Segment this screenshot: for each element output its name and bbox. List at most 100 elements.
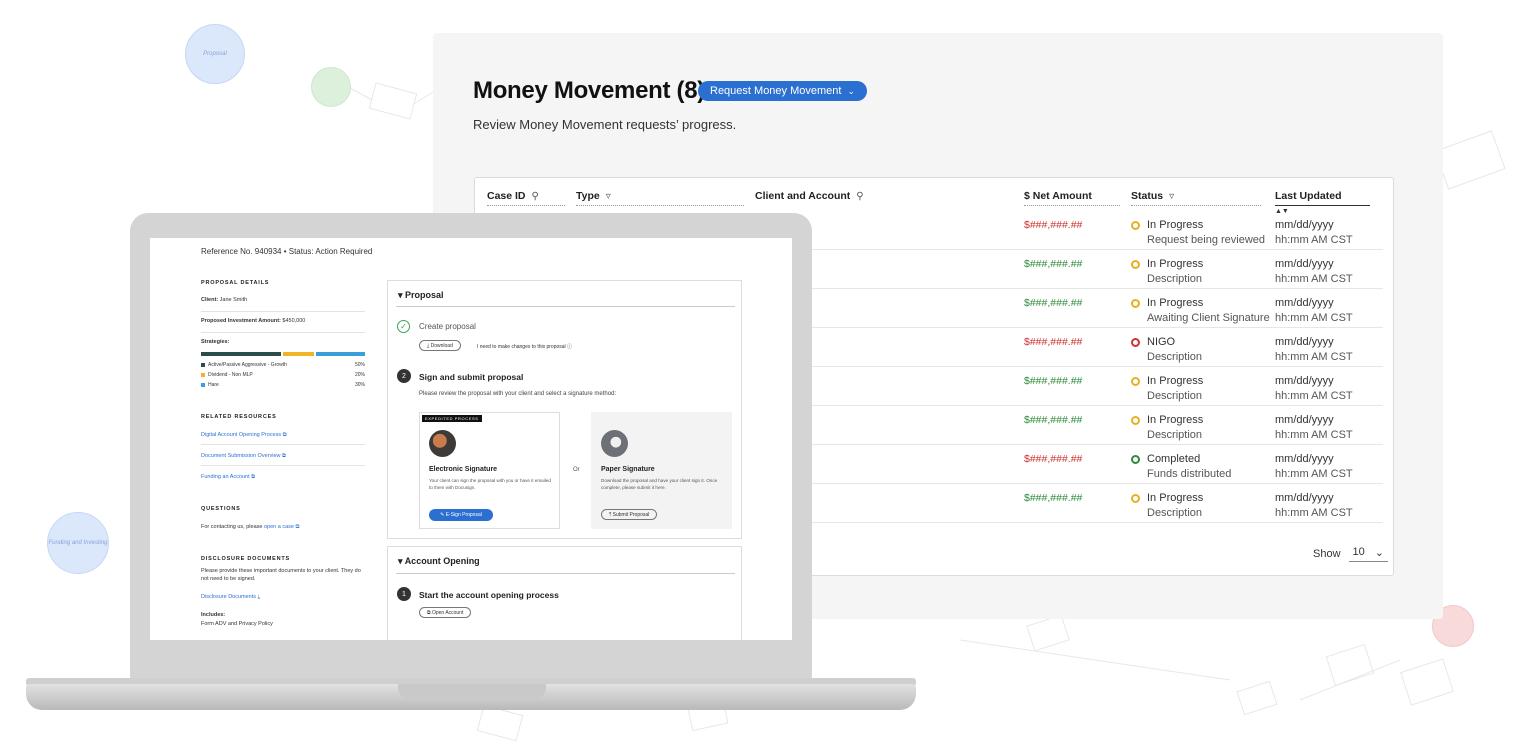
last-updated-date: mm/dd/yyyy <box>1275 492 1334 504</box>
column-header-last-updated[interactable]: Last Updated <box>1275 190 1370 206</box>
status-label: In Progress <box>1147 258 1204 270</box>
filter-icon[interactable]: ▿ <box>1169 191 1174 202</box>
strategy-legend-item: Hare <box>201 382 219 388</box>
filter-icon[interactable]: ▿ <box>606 191 611 202</box>
paper-signature-option[interactable]: Paper Signature Download the proposal an… <box>591 412 732 529</box>
column-header-net-amount[interactable]: $ Net Amount <box>1024 190 1120 206</box>
account-opening-title-label: Account Opening <box>404 556 480 566</box>
status-indicator-icon <box>1131 221 1140 230</box>
electronic-signature-title: Electronic Signature <box>429 466 498 473</box>
sign-submit-step: Sign and submit proposal <box>419 372 524 382</box>
last-updated-date: mm/dd/yyyy <box>1275 414 1334 426</box>
last-updated-time: hh:mm AM CST <box>1275 429 1353 441</box>
status-indicator-icon <box>1131 494 1140 503</box>
legend-swatch <box>201 382 205 387</box>
page-size-select[interactable]: 10 ⌄ <box>1348 546 1388 562</box>
proposal-card-title-label: Proposal <box>405 290 444 300</box>
strategy-name: Active/Passive Aggressive - Growth <box>208 362 287 368</box>
create-proposal-step: Create proposal <box>419 322 476 331</box>
status-description: Awaiting Client Signature <box>1147 312 1270 324</box>
funding-account-link[interactable]: Funding an Account ⧉ <box>201 474 255 481</box>
disclosure-documents-link[interactable]: Disclosure Documents ⤓ <box>201 594 260 601</box>
column-header-label: Client and Account <box>755 190 851 202</box>
expedited-tag: EXPEDITED PROCESS <box>422 415 482 422</box>
search-icon[interactable]: ⚲ <box>856 191 863 202</box>
changes-link[interactable]: I need to make changes to this proposal … <box>477 343 572 350</box>
open-case-link[interactable]: open a case <box>264 524 294 530</box>
start-account-opening-step: Start the account opening process <box>419 590 559 600</box>
net-amount-cell: $###,###.## <box>1024 258 1083 270</box>
check-circle-icon: ✓ <box>397 320 410 333</box>
includes-label: Includes: <box>201 612 226 618</box>
changes-link-label: I need to make changes to this proposal <box>477 344 566 350</box>
investment-value: $450,000 <box>282 318 306 324</box>
strategies-label: Strategies: <box>201 339 230 345</box>
last-updated-time: hh:mm AM CST <box>1275 507 1353 519</box>
strategy-legend-item: Dividend - Non MLP <box>201 372 253 378</box>
status-cell: Completed Funds distributed <box>1147 452 1231 482</box>
digital-account-opening-link[interactable]: Digital Account Opening Process ⧉ <box>201 432 287 439</box>
net-amount-cell: $###,###.## <box>1024 414 1083 426</box>
external-link-icon: ⧉ <box>282 453 286 459</box>
help-icon: ⓘ <box>567 344 573 350</box>
status-cell: NIGO Description <box>1147 335 1202 365</box>
divider <box>396 573 735 574</box>
last-updated-time: hh:mm AM CST <box>1275 468 1353 480</box>
questions-text-label: For contacting us, please <box>201 524 263 530</box>
disclosure-heading: DISCLOSURE DOCUMENTS <box>201 556 291 562</box>
last-updated-time: hh:mm AM CST <box>1275 351 1353 363</box>
last-updated-date: mm/dd/yyyy <box>1275 453 1334 465</box>
status-indicator-icon <box>1131 338 1140 347</box>
divider <box>396 306 735 307</box>
request-money-movement-button[interactable]: Request Money Movement ⌄ <box>698 81 867 101</box>
last-updated-date: mm/dd/yyyy <box>1275 297 1334 309</box>
download-button[interactable]: ⤓ Download <box>419 340 461 351</box>
status-indicator-icon <box>1131 455 1140 464</box>
page-title: Money Movement (8) <box>473 77 705 104</box>
open-account-button[interactable]: ⧉ Open Account <box>419 607 472 618</box>
chevron-down-icon: ⌄ <box>847 85 855 96</box>
e-sign-button-label: E-Sign Proposal <box>445 512 482 518</box>
net-amount-cell: $###,###.## <box>1024 375 1083 387</box>
net-amount-cell: $###,###.## <box>1024 492 1083 504</box>
electronic-signature-option[interactable]: EXPEDITED PROCESS Electronic Signature Y… <box>419 412 560 529</box>
account-opening-title[interactable]: ▾ Account Opening <box>398 556 480 567</box>
search-icon[interactable]: ⚲ <box>532 191 539 202</box>
last-updated-cell: mm/dd/yyyy hh:mm AM CST <box>1275 296 1353 326</box>
column-header-status[interactable]: Status ▿ <box>1131 190 1261 206</box>
status-indicator-icon <box>1131 416 1140 425</box>
open-account-label: Open Account <box>431 609 464 616</box>
step-number-2: 2 <box>397 369 411 383</box>
status-indicator-icon <box>1131 260 1140 269</box>
chevron-down-icon: ⌄ <box>1374 547 1384 559</box>
page-size-value: 10 <box>1352 546 1365 558</box>
questions-heading: QUESTIONS <box>201 506 241 512</box>
column-header-client-account[interactable]: Client and Account ⚲ <box>755 190 1005 206</box>
document-submission-link[interactable]: Document Submission Overview ⧉ <box>201 453 286 460</box>
e-sign-proposal-button[interactable]: ✎ E-Sign Proposal <box>429 509 493 521</box>
submit-proposal-button[interactable]: ⤒ Submit Proposal <box>601 509 658 520</box>
proposal-details-heading: PROPOSAL DETAILS <box>201 280 270 286</box>
column-header-label: $ Net Amount <box>1024 190 1092 202</box>
strategy-percent: 50% <box>355 362 366 368</box>
proposal-card-title[interactable]: ▾ Proposal <box>398 290 444 301</box>
last-updated-time: hh:mm AM CST <box>1275 312 1353 324</box>
status-indicator-icon <box>1131 299 1140 308</box>
status-description: Description <box>1147 273 1203 285</box>
sign-submit-description: Please review the proposal with your cli… <box>419 391 617 397</box>
or-separator: Or <box>573 467 580 473</box>
last-updated-cell: mm/dd/yyyy hh:mm AM CST <box>1275 335 1353 365</box>
electronic-signature-description: Your client can sign the proposal with y… <box>429 478 551 490</box>
strategy-legend-item: Active/Passive Aggressive - Growth <box>201 362 287 368</box>
download-button-label: Download <box>430 342 453 349</box>
status-indicator-icon <box>1131 377 1140 386</box>
column-header-type[interactable]: Type ▿ <box>576 190 744 206</box>
last-updated-cell: mm/dd/yyyy hh:mm AM CST <box>1275 413 1353 443</box>
green-bubble <box>311 67 351 107</box>
column-header-case-id[interactable]: Case ID ⚲ <box>487 190 565 206</box>
strategy-percent: 30% <box>355 382 366 388</box>
status-label: In Progress <box>1147 219 1204 231</box>
status-label: In Progress <box>1147 414 1204 426</box>
last-updated-date: mm/dd/yyyy <box>1275 219 1334 231</box>
questions-text: For contacting us, please open a case ⧉ <box>201 524 299 531</box>
